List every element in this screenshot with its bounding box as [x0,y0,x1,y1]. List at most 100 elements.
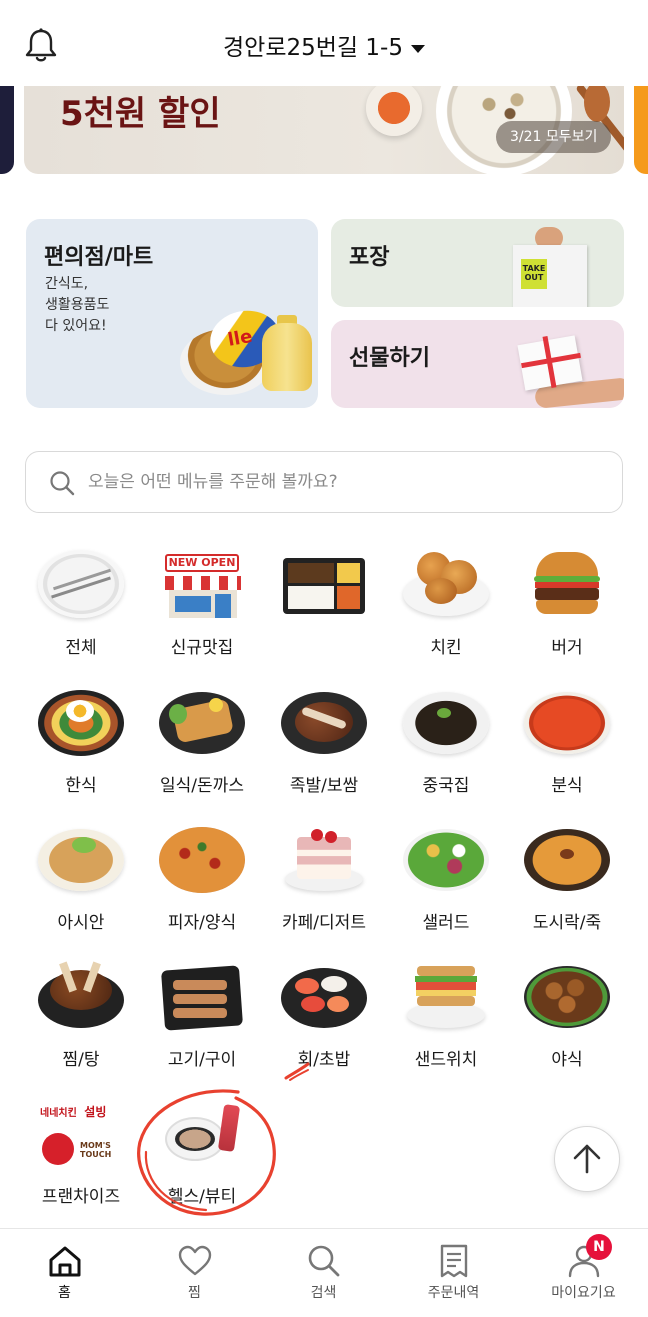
category-dosirak[interactable]: 도시락/죽 [505,823,629,943]
category-chicken[interactable]: 치킨 [384,548,508,668]
cup-noodle-brand-text: lle [226,325,255,351]
category-latenight[interactable]: 야식 [505,960,629,1080]
category-label: 카페/디저트 [282,913,366,933]
next-banner-peek[interactable] [634,86,648,174]
banner-view-all[interactable]: 3/21 모두보기 [496,121,612,153]
arrow-up-icon [573,1144,601,1174]
fried-chicken-icon [403,548,489,620]
category-label: 도시락/죽 [532,913,602,933]
tab-label: 검색 [310,1285,337,1301]
category-chinese[interactable]: 중국집 [384,686,508,806]
tab-my-yogiyo[interactable]: 마이요기요 [519,1229,648,1317]
grilled-meat-icon [159,960,245,1032]
category-burger[interactable]: 버거 [505,548,629,668]
category-label: 아시안 [57,913,105,933]
tab-favorites[interactable]: 찜 [130,1229,259,1317]
tab-label: 찜 [188,1285,201,1301]
bibimbap-icon [38,686,124,758]
tab-label: 마이요기요 [551,1285,616,1301]
menu-search-bar[interactable] [25,451,623,513]
category-asian[interactable]: 아시안 [19,823,143,943]
sashimi-icon [281,960,367,1032]
category-jokbal[interactable]: 족발/보쌈 [262,686,386,806]
category-label: 찜/탕 [62,1050,100,1070]
category-label: 샐러드 [422,913,470,933]
tab-orders[interactable]: 주문내역 [389,1229,518,1317]
category-sushi[interactable]: 회/초밥 [262,960,386,1080]
mart-card[interactable]: 편의점/마트 간식도, 생활용품도 다 있어요! lle [26,219,318,408]
banner-title: 5천원 할인 [60,94,221,134]
caret-down-icon [410,44,425,53]
category-korean[interactable]: 한식 [19,686,143,806]
sulbing-logo: 설빙 [84,1105,107,1119]
burger-icon [524,548,610,620]
tab-label: 홈 [58,1285,71,1301]
sandwich-icon [403,960,489,1032]
category-label: 중국집 [422,776,470,796]
category-cafe[interactable]: 카페/디저트 [262,823,386,943]
category-label: 버거 [551,638,583,658]
cake-icon [281,823,367,895]
scroll-to-top-button[interactable] [554,1126,620,1192]
tab-search[interactable]: 검색 [259,1229,388,1317]
home-icon [49,1246,81,1277]
galbijjim-icon [38,960,124,1032]
lunchbox-icon [281,548,367,620]
category-franchise[interactable]: 네네치킨 설빙 MOM'S TOUCH 프랜차이즈 [19,1097,143,1217]
category-salad[interactable]: 샐러드 [384,823,508,943]
pho-icon [38,823,124,895]
pizza-icon [159,823,245,895]
tteokbokki-icon [524,686,610,758]
moms-touch-logo: MOM'S TOUCH [80,1141,112,1159]
category-bento[interactable] [262,548,386,668]
category-snack[interactable]: 분식 [505,686,629,806]
category-sandwich[interactable]: 샌드위치 [384,960,508,1080]
category-new[interactable]: NEW OPEN 신규맛집 [140,548,264,668]
new-open-store-icon: NEW OPEN [159,548,245,620]
tonkatsu-icon [159,686,245,758]
category-pizza[interactable]: 피자/양식 [140,823,264,943]
takeout-bag-label: TAKE OUT [521,259,547,289]
category-label: 샌드위치 [414,1050,478,1070]
dakgangjeong-icon [524,960,610,1032]
category-label: 야식 [551,1050,583,1070]
empty-plate-icon [38,548,124,620]
mart-title: 편의점/마트 [44,245,154,270]
red-tick-annotation [284,1062,310,1081]
salad-icon [403,823,489,895]
category-label: 신규맛집 [170,638,234,658]
category-label: 치킨 [430,638,462,658]
top-bar: 경안로25번길 1-5 [0,0,648,86]
category-label: 한식 [65,776,97,796]
new-open-sign: NEW OPEN [165,554,239,572]
tab-home[interactable]: 홈 [0,1229,129,1317]
category-label: 피자/양식 [167,913,237,933]
category-label: 전체 [65,638,97,658]
red-circle-annotation [137,1089,276,1216]
nene-chicken-logo: 네네치킨 [40,1108,77,1119]
takeout-card[interactable]: 포장 TAKE OUT [331,219,624,307]
search-icon [50,471,75,496]
category-japanese[interactable]: 일식/돈까스 [140,686,264,806]
promo-banner-carousel[interactable]: 5천원 할인 3/21 모두보기 [0,86,648,178]
jokbal-icon [281,686,367,758]
search-input[interactable] [88,464,598,500]
gift-box-image [511,335,624,408]
promo-banner[interactable]: 5천원 할인 3/21 모두보기 [24,86,624,174]
address-selector[interactable]: 경안로25번길 1-5 [0,28,648,62]
bottom-tab-bar: 홈 찜 검색 주문내역 마이요기요 [0,1228,648,1317]
category-label: 회/초밥 [297,1050,351,1070]
receipt-icon [440,1244,468,1278]
category-label: 고기/구이 [167,1050,237,1070]
previous-banner-peek[interactable] [0,86,14,174]
heart-icon [178,1245,212,1276]
gift-card[interactable]: 선물하기 [331,320,624,408]
category-stew[interactable]: 찜/탕 [19,960,143,1080]
category-all[interactable]: 전체 [19,548,143,668]
category-label: 분식 [551,776,583,796]
category-bbq[interactable]: 고기/구이 [140,960,264,1080]
banana-milk-image [258,315,316,393]
mart-subtitle: 간식도, 생활용품도 다 있어요! [45,276,110,334]
kimchi-dish-image [366,86,422,136]
jjajangmyeon-icon [403,686,489,758]
